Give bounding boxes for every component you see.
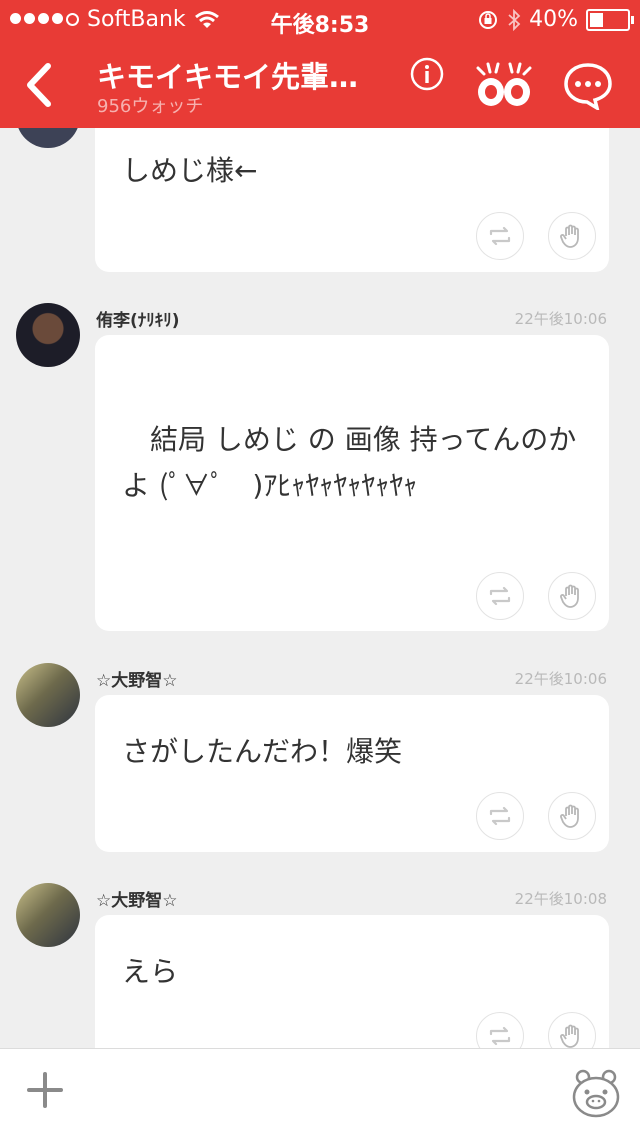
back-chevron-icon[interactable]	[18, 60, 68, 110]
like-hand-button[interactable]	[548, 572, 596, 620]
like-hand-button[interactable]	[548, 212, 596, 260]
app-header: SoftBank 午後8:53 40% キモイキモイ先輩… 956ウォッチ	[0, 0, 640, 128]
message-bubble[interactable]: 結局 しめじ の 画像 持ってんのかよ (ﾟ∀ﾟ )ｱﾋｬﾔｬﾔｬﾔｬﾔｬ	[95, 335, 609, 631]
bluetooth-icon	[508, 8, 521, 31]
battery-icon	[586, 8, 634, 31]
avatar[interactable]	[16, 663, 80, 727]
status-right: 40%	[477, 7, 634, 32]
sender-name[interactable]: ☆大野智☆	[96, 666, 177, 691]
rotation-lock-icon	[479, 10, 498, 29]
watch-eyes-icon[interactable]	[474, 60, 534, 110]
message-time: 22午後10:06	[514, 670, 607, 688]
repost-icon	[489, 806, 511, 826]
watch-count: 956ウォッチ	[97, 96, 204, 117]
sender-name[interactable]: 侑李(ﾅﾘｷﾘ)	[96, 306, 180, 331]
like-hand-button[interactable]	[548, 792, 596, 840]
plus-icon[interactable]	[26, 1071, 64, 1109]
message-text: えら	[122, 955, 179, 988]
message-text: さがしたんだわ！爆笑	[122, 735, 403, 768]
message-time: 22午後10:06	[514, 310, 607, 328]
message-bubble[interactable]: さがしたんだわ！爆笑	[95, 695, 609, 852]
message-time: 22午後10:08	[514, 890, 607, 908]
status-bar: SoftBank 午後8:53 40%	[0, 0, 640, 40]
repost-icon	[489, 226, 511, 246]
hand-icon	[560, 584, 579, 608]
repost-button[interactable]	[476, 212, 524, 260]
battery-percent: 40%	[529, 7, 578, 32]
hand-icon	[560, 1024, 579, 1048]
sender-name[interactable]: ☆大野智☆	[96, 886, 177, 911]
repost-icon	[489, 586, 511, 606]
repost-button[interactable]	[476, 572, 524, 620]
avatar[interactable]	[16, 303, 80, 367]
bear-sticker-icon[interactable]	[570, 1067, 622, 1119]
compose-bar	[0, 1048, 640, 1137]
message-text: しめじ様←	[122, 154, 258, 187]
thread-title: キモイキモイ先輩…	[97, 60, 359, 94]
chat-bubble-icon[interactable]	[563, 62, 613, 110]
avatar[interactable]	[16, 883, 80, 947]
hand-icon	[560, 804, 579, 828]
repost-button[interactable]	[476, 792, 524, 840]
hand-icon	[560, 224, 579, 248]
info-icon[interactable]	[409, 56, 445, 92]
message-text: 結局 しめじ の 画像 持ってんのかよ (ﾟ∀ﾟ )ｱﾋｬﾔｬﾔｬﾔｬﾔｬ	[122, 423, 577, 502]
repost-icon	[489, 1026, 511, 1046]
